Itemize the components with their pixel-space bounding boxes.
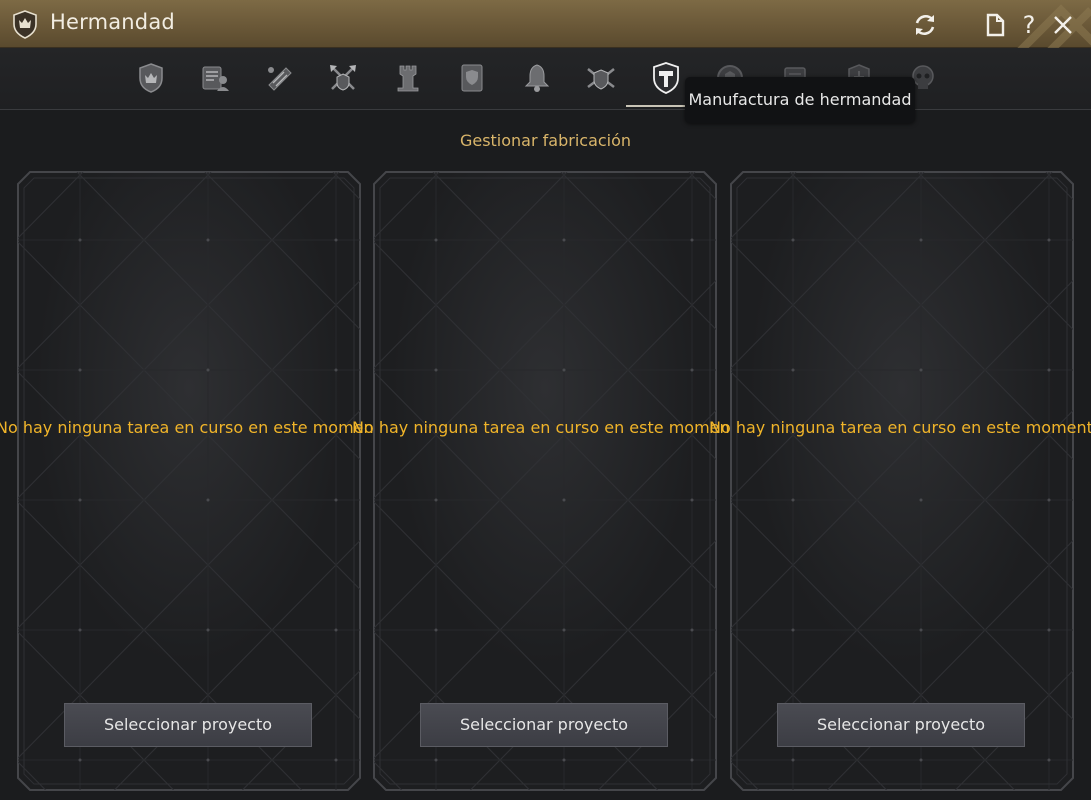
tab-guild-info[interactable] (129, 58, 173, 98)
select-project-button[interactable]: Seleccionar proyecto (420, 703, 668, 747)
quest-scroll-icon (268, 67, 292, 91)
no-task-message: No hay ninguna tarea en curso en este mo… (0, 418, 395, 437)
title-bar: Hermandad ? (0, 0, 1091, 48)
panel-frame (730, 171, 1074, 791)
section-title: Gestionar fabricación (459, 131, 632, 150)
tab-alliance[interactable] (579, 58, 623, 98)
document-button[interactable] (981, 11, 1009, 39)
close-icon (1054, 16, 1072, 34)
bell-icon (524, 64, 550, 92)
crossed-axes-icon (330, 65, 356, 91)
project-slot-1: No hay ninguna tarea en curso en este mo… (0, 170, 395, 792)
refresh-icon (915, 14, 935, 36)
hammer-shield-icon (653, 62, 679, 94)
tab-territory[interactable] (386, 58, 430, 98)
document-icon (986, 13, 1005, 37)
tab-manufacturing[interactable] (626, 58, 706, 107)
panel-frame (17, 171, 361, 791)
tab-war[interactable] (321, 58, 365, 98)
member-scroll-icon (202, 66, 229, 91)
guild-crest-icon (139, 63, 163, 93)
crossed-swords-crest-icon (587, 68, 615, 90)
project-slot-2: No hay ninguna tarea en curso en este mo… (352, 170, 751, 792)
refresh-button[interactable] (911, 11, 939, 39)
no-task-message: No hay ninguna tarea en curso en este mo… (352, 418, 751, 437)
help-button[interactable]: ? (1015, 11, 1043, 39)
panel-frame (373, 171, 717, 791)
project-slot-3: No hay ninguna tarea en curso en este mo… (709, 170, 1091, 792)
guild-logo-icon (13, 10, 37, 39)
tab-members[interactable] (193, 58, 237, 98)
guild-notice-icon (461, 64, 483, 92)
no-task-message: No hay ninguna tarea en curso en este mo… (709, 418, 1091, 437)
tooltip-manufacturing: Manufactura de hermandad (685, 77, 915, 123)
tab-bar (0, 48, 1091, 110)
select-project-button[interactable]: Seleccionar proyecto (777, 703, 1025, 747)
select-project-button[interactable]: Seleccionar proyecto (64, 703, 312, 747)
tab-notices[interactable] (450, 58, 494, 98)
window-title: Hermandad (50, 10, 175, 34)
castle-tower-icon (397, 65, 419, 92)
tab-quests[interactable] (257, 58, 301, 98)
tab-alerts[interactable] (515, 58, 559, 98)
close-button[interactable] (1049, 11, 1077, 39)
